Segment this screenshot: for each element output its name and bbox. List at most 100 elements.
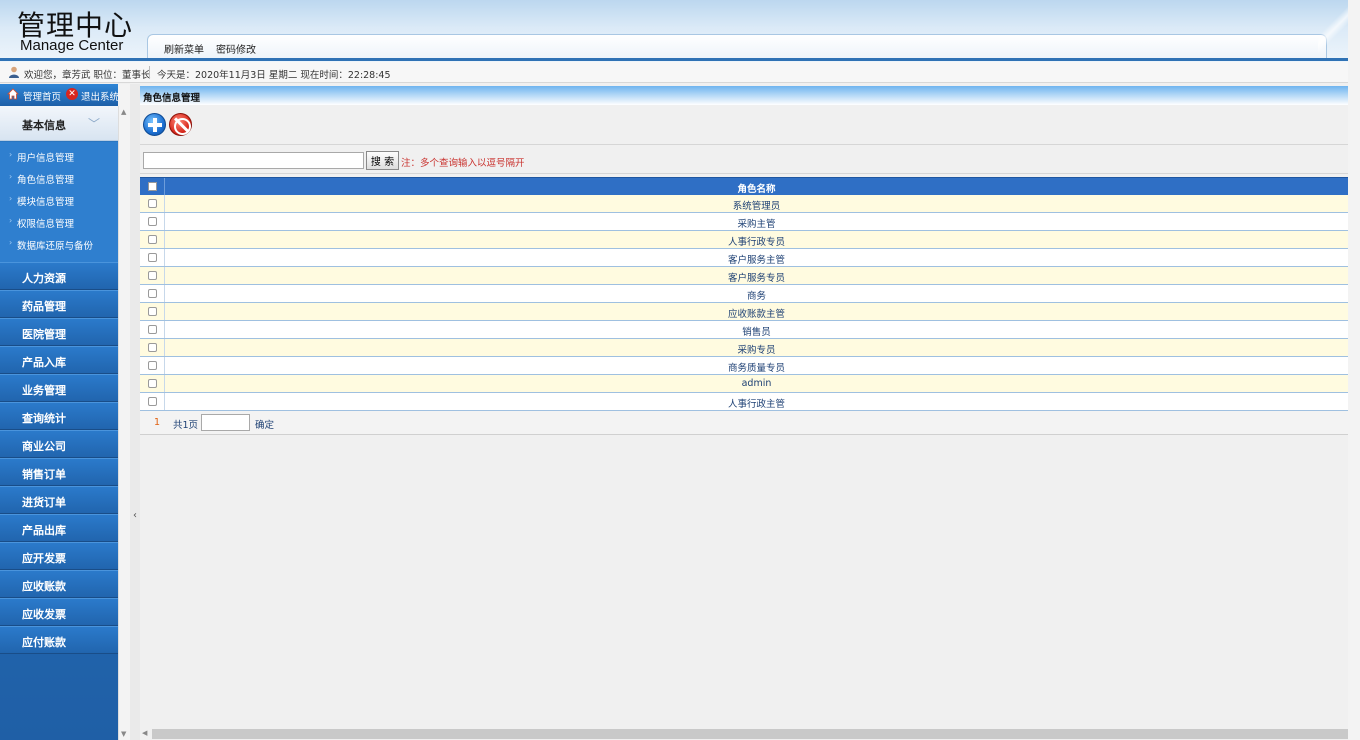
- role-name-cell: 商务: [746, 291, 766, 302]
- row-checkbox[interactable]: [148, 397, 157, 406]
- header-decoration: [1318, 0, 1348, 60]
- table-row[interactable]: 采购专员: [140, 339, 1348, 357]
- sidebar-menu-hr[interactable]: 人力资源: [0, 262, 118, 290]
- home-link[interactable]: 管理首页: [23, 89, 61, 103]
- welcome-text: 欢迎您，章芳武 职位：董事长: [24, 70, 151, 81]
- user-icon: [9, 66, 19, 78]
- page-title: 角色信息管理: [143, 93, 201, 104]
- table-row[interactable]: 人事行政主管: [140, 393, 1348, 411]
- sidebar-scrollbar[interactable]: ▲ ▼: [118, 106, 130, 740]
- sidebar-menu-sales-order[interactable]: 销售订单: [0, 458, 118, 486]
- sidebar: 管理首页 ✕ 退出系统 基本信息 ﹀ › 用户信息管理 › 角色信息管理 › 模…: [0, 84, 119, 740]
- table-row[interactable]: 客户服务主管: [140, 249, 1348, 267]
- datetime-text: 今天是：2020年11月3日 星期二 现在时间：22:28:45: [157, 70, 391, 81]
- role-name-cell: 客户服务主管: [727, 255, 785, 266]
- table-header: 角色名称: [140, 177, 1348, 196]
- app-subtitle: Manage Center: [20, 37, 124, 54]
- row-checkbox[interactable]: [148, 289, 157, 298]
- search-button[interactable]: 搜 索: [366, 151, 399, 170]
- table-row[interactable]: 销售员: [140, 321, 1348, 339]
- top-tab-bar: 刷新菜单 密码修改: [147, 34, 1327, 58]
- role-name-cell: 人事行政主管: [727, 399, 785, 410]
- sidebar-sub-list: › 用户信息管理 › 角色信息管理 › 模块信息管理 › 权限信息管理 › 数据…: [0, 142, 118, 262]
- logout-link[interactable]: 退出系统: [81, 89, 119, 103]
- delete-button[interactable]: [169, 113, 192, 136]
- tab-change-password[interactable]: 密码修改: [216, 41, 256, 56]
- sidebar-item-module-info[interactable]: › 模块信息管理: [0, 188, 118, 210]
- sidebar-menu-query-stats[interactable]: 查询统计: [0, 402, 118, 430]
- row-checkbox[interactable]: [148, 343, 157, 352]
- table-row[interactable]: 应收账款主管: [140, 303, 1348, 321]
- page-number-input[interactable]: [201, 414, 250, 431]
- table-row[interactable]: 商务: [140, 285, 1348, 303]
- sidebar-menu-hospital[interactable]: 医院管理: [0, 318, 118, 346]
- row-checkbox[interactable]: [148, 325, 157, 334]
- horizontal-scrollbar[interactable]: ◀: [140, 728, 1348, 740]
- row-checkbox[interactable]: [148, 217, 157, 226]
- scroll-left-icon[interactable]: ◀: [142, 729, 147, 737]
- sidebar-item-role-info[interactable]: › 角色信息管理: [0, 166, 118, 188]
- table-row[interactable]: 采购主管: [140, 213, 1348, 231]
- role-name-cell: 商务质量专员: [727, 363, 785, 374]
- scrollbar-thumb[interactable]: [152, 729, 1348, 739]
- role-name-cell: 采购主管: [737, 219, 776, 230]
- scroll-down-icon[interactable]: ▼: [121, 730, 126, 738]
- bullet-icon: ›: [9, 150, 13, 159]
- sidebar-item-user-info[interactable]: › 用户信息管理: [0, 144, 118, 166]
- panel-splitter: ‹: [130, 84, 140, 740]
- collapse-sidebar-icon[interactable]: ‹: [131, 502, 139, 530]
- bullet-icon: ›: [9, 172, 13, 181]
- row-checkbox[interactable]: [148, 307, 157, 316]
- header-stripe: [0, 58, 1348, 61]
- sidebar-item-permission-info[interactable]: › 权限信息管理: [0, 210, 118, 232]
- table-row[interactable]: 人事行政专员: [140, 231, 1348, 249]
- sidebar-top-links: 管理首页 ✕ 退出系统: [0, 84, 119, 106]
- add-button[interactable]: [143, 113, 166, 136]
- role-name-cell: 销售员: [742, 327, 771, 338]
- sidebar-menu-stock-in[interactable]: 产品入库: [0, 346, 118, 374]
- role-name-cell: 人事行政专员: [727, 237, 785, 248]
- sidebar-group-basic-info[interactable]: 基本信息 ﹀: [0, 106, 118, 141]
- sidebar-menu-payables[interactable]: 应付账款: [0, 626, 118, 654]
- row-checkbox[interactable]: [148, 361, 157, 370]
- scroll-up-icon[interactable]: ▲: [121, 108, 126, 116]
- role-name-cell: 客户服务专员: [727, 273, 785, 284]
- row-checkbox[interactable]: [148, 271, 157, 280]
- table-row[interactable]: 系统管理员: [140, 195, 1348, 213]
- window-right-edge: [1348, 0, 1360, 740]
- bullet-icon: ›: [9, 194, 13, 203]
- tab-refresh-menu[interactable]: 刷新菜单: [164, 41, 204, 56]
- role-name-cell: admin: [741, 378, 772, 389]
- sidebar-menu-receivables[interactable]: 应收账款: [0, 570, 118, 598]
- page-go-button[interactable]: 确定: [255, 417, 274, 431]
- table-row[interactable]: admin: [140, 375, 1348, 393]
- sidebar-menu-company[interactable]: 商业公司: [0, 430, 118, 458]
- row-checkbox[interactable]: [148, 379, 157, 388]
- divider: [140, 144, 1348, 145]
- search-input[interactable]: [143, 152, 364, 169]
- page-link-current[interactable]: 1: [154, 417, 160, 428]
- divider: [140, 173, 1348, 174]
- sidebar-item-database-backup[interactable]: › 数据库还原与备份: [0, 232, 118, 254]
- sidebar-menu-invoice-receive[interactable]: 应收发票: [0, 598, 118, 626]
- pagination: 1 共1页 确定: [140, 411, 1348, 435]
- sidebar-scroll-head: [118, 84, 130, 106]
- sidebar-menu-stock-out[interactable]: 产品出库: [0, 514, 118, 542]
- table-row[interactable]: 客户服务专员: [140, 267, 1348, 285]
- sidebar-menu-purchase-order[interactable]: 进货订单: [0, 486, 118, 514]
- sidebar-menu-invoice-issue[interactable]: 应开发票: [0, 542, 118, 570]
- info-bar: 欢迎您，章芳武 职位：董事长 今天是：2020年11月3日 星期二 现在时间：2…: [0, 62, 1348, 83]
- table-row[interactable]: 商务质量专员: [140, 357, 1348, 375]
- row-checkbox[interactable]: [148, 235, 157, 244]
- role-name-cell: 应收账款主管: [727, 309, 785, 320]
- exit-icon: ✕: [66, 88, 78, 100]
- select-all-checkbox[interactable]: [148, 182, 157, 191]
- row-checkbox[interactable]: [148, 253, 157, 262]
- row-checkbox[interactable]: [148, 199, 157, 208]
- bullet-icon: ›: [9, 238, 13, 247]
- chevron-down-icon: ﹀: [88, 117, 101, 131]
- sidebar-menu-business[interactable]: 业务管理: [0, 374, 118, 402]
- role-name-cell: 采购专员: [737, 345, 776, 356]
- sidebar-menu-drug[interactable]: 药品管理: [0, 290, 118, 318]
- column-header-role-name: 角色名称: [737, 184, 776, 195]
